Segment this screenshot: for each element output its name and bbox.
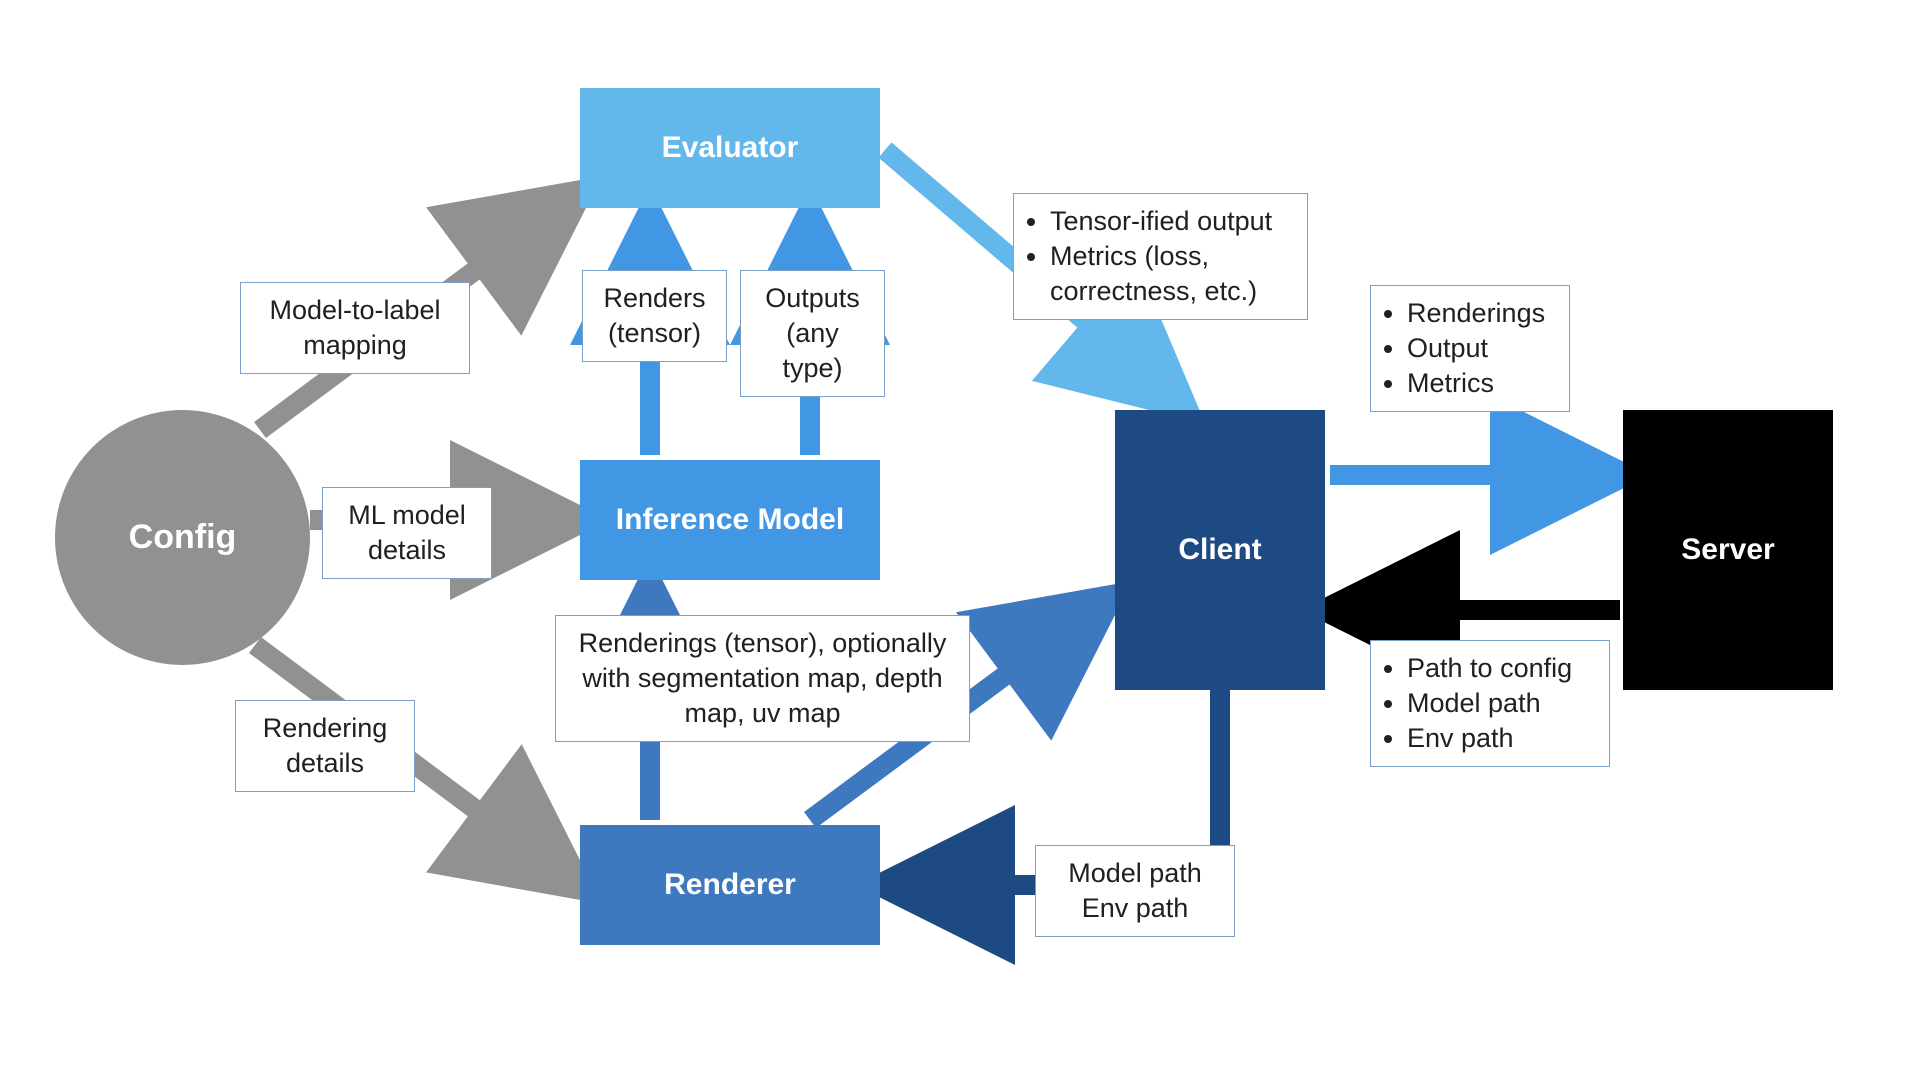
label-line: Metrics (loss, correctness, etc.) <box>1050 239 1293 309</box>
label-line: Tensor-ified output <box>1050 204 1293 239</box>
label-outputs-anytype: Outputs (any type) <box>740 270 885 397</box>
architecture-diagram: Config Evaluator Inference Model Rendere… <box>0 0 1920 1080</box>
label-line: Metrics <box>1407 366 1555 401</box>
label-tensor-metrics: Tensor-ified output Metrics (loss, corre… <box>1013 193 1308 320</box>
label-line: (tensor) <box>597 316 712 351</box>
label-ml-model-details: ML model details <box>322 487 492 579</box>
label-modelpath-envpath: Model path Env path <box>1035 845 1235 937</box>
node-client: Client <box>1115 410 1325 690</box>
label-renderings-output-metrics: Renderings Output Metrics <box>1370 285 1570 412</box>
label-renders-tensor: Renders (tensor) <box>582 270 727 362</box>
label-line: Model path <box>1050 856 1220 891</box>
label-line: Output <box>1407 331 1555 366</box>
label-model-to-label: Model-to-label mapping <box>240 282 470 374</box>
label-line: Path to config <box>1407 651 1595 686</box>
label-line: Outputs <box>755 281 870 316</box>
label-renderings-seg: Renderings (tensor), optionally with seg… <box>555 615 970 742</box>
label-line: Env path <box>1407 721 1595 756</box>
label-line: (any type) <box>755 316 870 386</box>
label-line: Renders <box>597 281 712 316</box>
label-line: Renderings <box>1407 296 1555 331</box>
node-config: Config <box>55 410 310 665</box>
label-line: Env path <box>1050 891 1220 926</box>
node-inference: Inference Model <box>580 460 880 580</box>
node-evaluator: Evaluator <box>580 88 880 208</box>
node-renderer: Renderer <box>580 825 880 945</box>
label-line: Model path <box>1407 686 1595 721</box>
label-rendering-details: Rendering details <box>235 700 415 792</box>
node-server: Server <box>1623 410 1833 690</box>
label-path-to-config: Path to config Model path Env path <box>1370 640 1610 767</box>
